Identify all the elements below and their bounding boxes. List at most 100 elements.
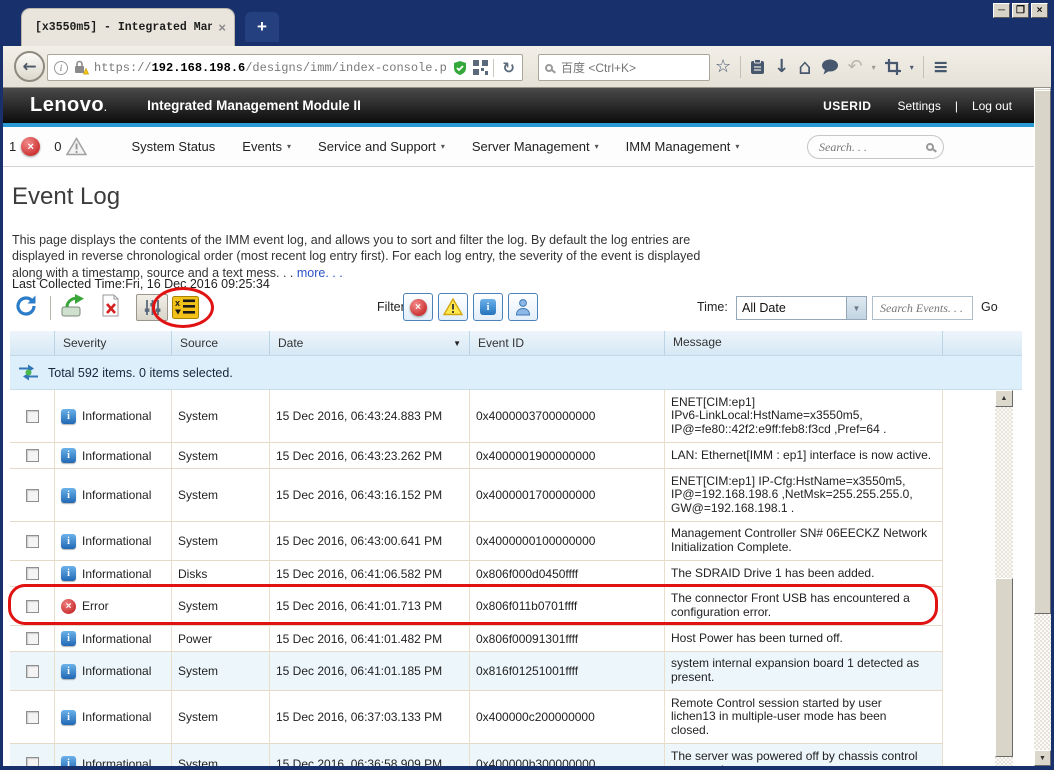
menu-hamburger-icon[interactable]: ≡ <box>933 56 949 78</box>
source-cell: System <box>172 744 270 766</box>
row-checkbox[interactable] <box>25 534 39 548</box>
settings-link[interactable]: Settings <box>897 99 940 113</box>
info-icon: i <box>61 709 76 725</box>
filter-warning-button[interactable] <box>438 293 468 321</box>
nav-system-status[interactable]: System Status <box>131 139 215 154</box>
page-scrollbar[interactable]: ▲ ▼ <box>1034 88 1051 766</box>
scroll-down-icon[interactable]: ▼ <box>1034 750 1051 766</box>
refresh-icon <box>16 295 36 316</box>
delete-button[interactable] <box>100 294 121 323</box>
chevron-down-icon[interactable]: ▾ <box>872 63 876 72</box>
row-checkbox[interactable] <box>25 567 39 580</box>
source-cell: Disks <box>172 561 270 587</box>
scrollbar-thumb[interactable] <box>995 578 1013 757</box>
severity-cell: i Informational <box>55 469 172 522</box>
nav-server-management[interactable]: Server Management ▾ <box>472 139 599 154</box>
severity-cell: i Informational <box>55 522 172 561</box>
scrollbar-thumb[interactable] <box>1034 90 1051 614</box>
refresh-button[interactable] <box>14 294 38 323</box>
url-bar[interactable]: i https://192.168.198.6/designs/imm/inde… <box>47 54 523 81</box>
tab-close-icon[interactable]: × <box>218 20 226 35</box>
column-severity[interactable]: Severity <box>55 331 172 355</box>
more-link[interactable]: more. . . <box>297 266 343 280</box>
back-button[interactable]: ← <box>14 51 45 82</box>
message-cell: The SDRAID Drive 1 has been added. <box>665 561 943 587</box>
filter-settings-button[interactable] <box>136 294 168 321</box>
chat-bubble-icon[interactable] <box>821 59 839 75</box>
screenshot-crop-icon[interactable] <box>884 59 901 75</box>
nav-imm-management[interactable]: IMM Management ▾ <box>626 139 740 154</box>
event-id-cell: 0x4000000100000000 <box>470 522 665 561</box>
minimize-button[interactable]: ─ <box>993 3 1010 18</box>
table-scrollbar[interactable]: ▲ <box>995 390 1013 766</box>
column-date[interactable]: Date ▼ <box>270 331 470 355</box>
shield-icon[interactable] <box>452 60 468 76</box>
event-id-cell: 0x806f00091301ffff <box>470 626 665 652</box>
info-icon: i <box>61 448 76 463</box>
chevron-down-icon[interactable]: ▾ <box>910 63 914 72</box>
qr-code-icon[interactable] <box>473 60 489 75</box>
row-checkbox[interactable] <box>25 488 39 502</box>
row-checkbox[interactable] <box>25 599 39 613</box>
browser-tab[interactable]: [x3550m5] - Integrated Mana··· × <box>21 8 235 46</box>
go-button[interactable]: Go <box>981 300 998 314</box>
severity-cell: i Informational <box>55 390 172 443</box>
browser-search-input[interactable] <box>559 59 703 76</box>
column-source[interactable]: Source <box>172 331 270 355</box>
event-search-box[interactable] <box>872 296 973 320</box>
column-event-id[interactable]: Event ID <box>470 331 665 355</box>
reload-icon[interactable]: ↻ <box>499 59 518 77</box>
date-cell: 15 Dec 2016, 06:36:58.909 PM <box>270 744 470 766</box>
imm-search-box[interactable] <box>807 135 944 159</box>
error-status-icon[interactable]: × <box>21 137 41 156</box>
info-icon: i <box>480 299 496 315</box>
row-checkbox[interactable] <box>25 710 39 724</box>
imm-search-input[interactable] <box>817 138 920 156</box>
row-checkbox[interactable] <box>25 409 39 423</box>
svg-text:x: x <box>175 298 180 308</box>
bookmarks-clipboard-icon[interactable] <box>750 59 765 75</box>
select-arrow-icon[interactable]: ▼ <box>846 297 866 319</box>
lock-warning-icon[interactable] <box>73 60 89 75</box>
time-range-select[interactable]: All Date ▼ <box>736 296 867 320</box>
scroll-up-icon[interactable]: ▲ <box>995 390 1013 407</box>
warning-status-icon[interactable] <box>66 137 88 156</box>
home-icon[interactable]: ⌂ <box>798 56 811 78</box>
maximize-button[interactable]: ❐ <box>1012 3 1029 18</box>
severity-label: Informational <box>82 710 152 724</box>
export-log-button[interactable]: x <box>172 296 199 324</box>
row-checkbox[interactable] <box>25 449 39 462</box>
bookmark-star-icon[interactable]: ☆ <box>715 58 731 76</box>
nav-service-support[interactable]: Service and Support ▾ <box>318 139 445 154</box>
table-row: i Informational System 15 Dec 2016, 06:43:1… <box>10 469 943 522</box>
row-checkbox[interactable] <box>25 632 39 645</box>
event-search-input[interactable] <box>878 299 967 317</box>
severity-cell: i Informational <box>55 691 172 744</box>
info-icon: i <box>61 487 76 503</box>
filter-info-button[interactable]: i <box>473 293 503 321</box>
new-tab-button[interactable]: + <box>245 12 279 42</box>
close-button[interactable]: × <box>1031 3 1048 18</box>
column-message[interactable]: Message <box>665 331 943 355</box>
info-icon: i <box>61 631 76 646</box>
page-description: This page displays the contents of the I… <box>12 232 701 280</box>
date-cell: 15 Dec 2016, 06:37:03.133 PM <box>270 691 470 744</box>
sort-desc-icon: ▼ <box>453 338 461 348</box>
browser-search-box[interactable] <box>538 54 710 81</box>
export-button[interactable] <box>60 294 86 323</box>
logout-link[interactable]: Log out <box>972 99 1012 113</box>
nav-events[interactable]: Events ▾ <box>242 139 291 154</box>
event-id-cell: 0x816f01251001ffff <box>470 652 665 691</box>
page-info-icon[interactable]: i <box>54 60 68 75</box>
warning-count: 0 <box>54 139 62 154</box>
downloads-icon[interactable]: ↓ <box>774 58 789 76</box>
filter-audit-button[interactable] <box>508 293 538 321</box>
selection-toggle-icon[interactable] <box>17 362 40 383</box>
sync-undo-icon[interactable]: ↶ <box>848 58 863 76</box>
severity-label: Informational <box>82 631 152 646</box>
back-icon: ← <box>22 56 37 77</box>
select-all-header[interactable] <box>10 331 55 355</box>
row-checkbox[interactable] <box>25 664 39 678</box>
row-checkbox[interactable] <box>25 757 39 766</box>
filter-error-button[interactable]: × <box>403 293 433 321</box>
